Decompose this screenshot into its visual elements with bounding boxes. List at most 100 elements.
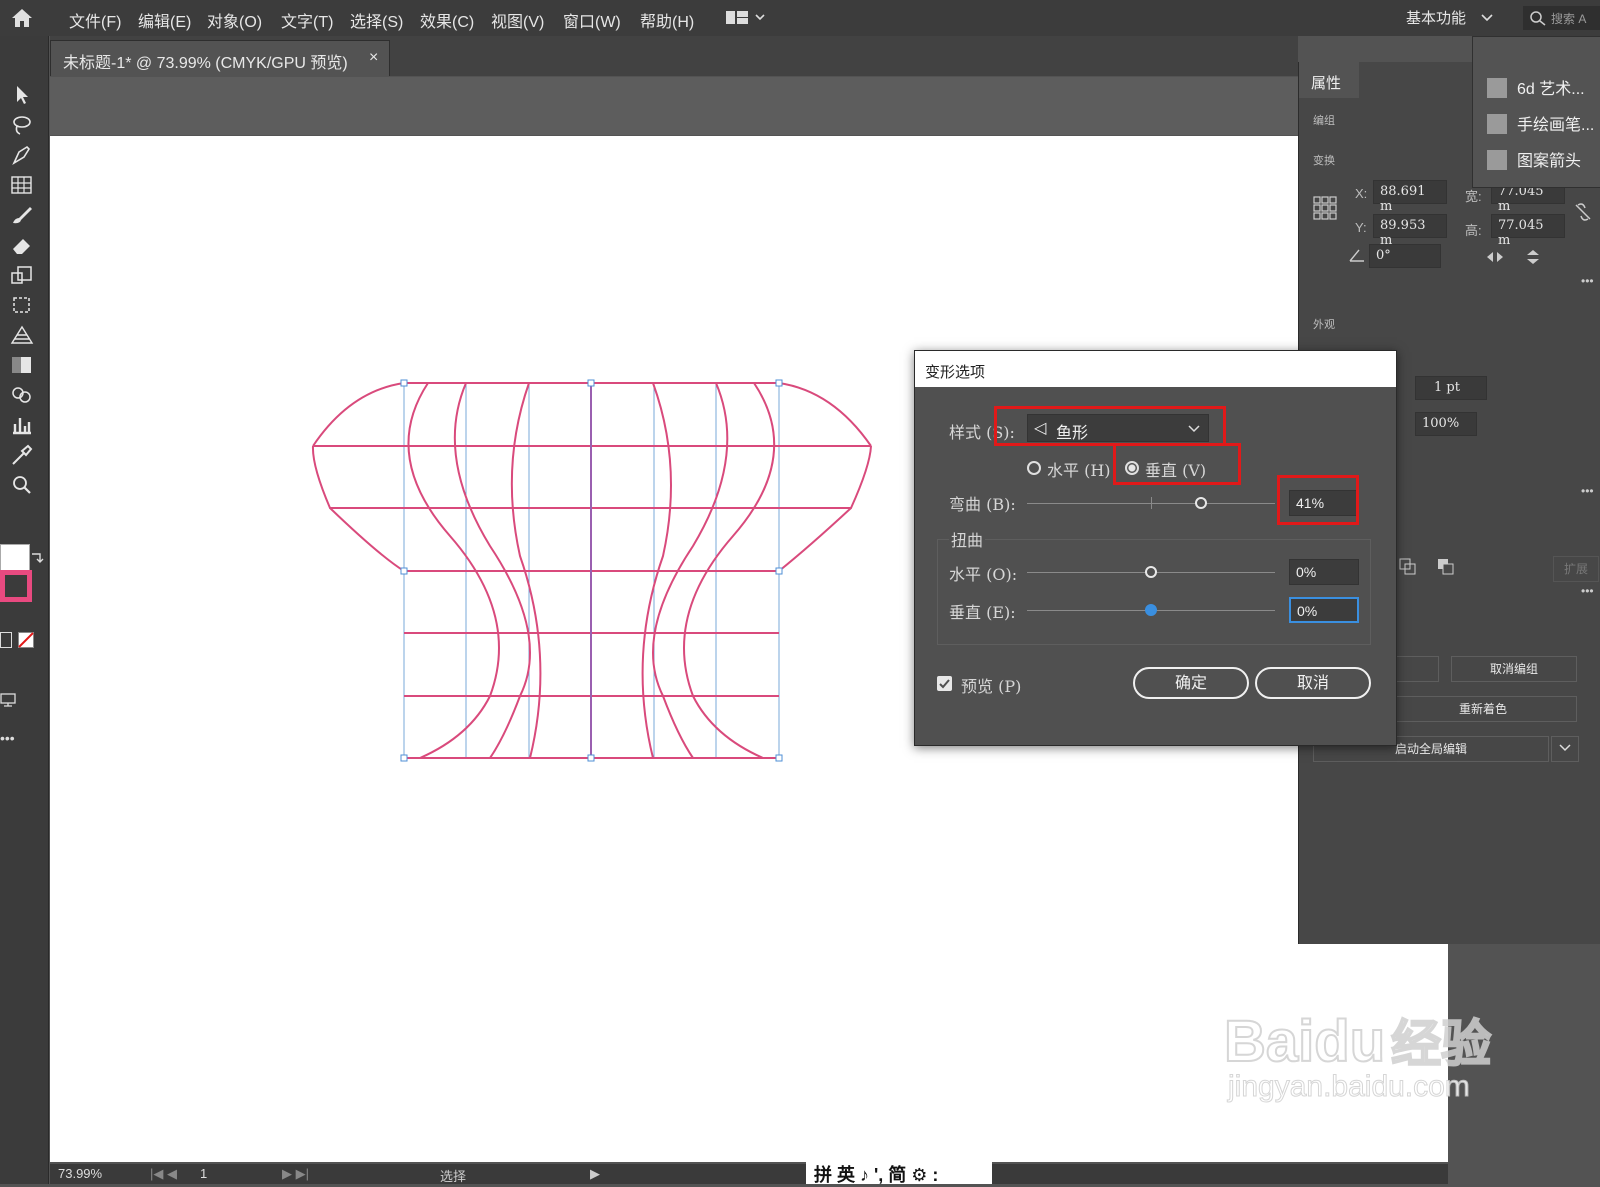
watermark-url: jingyan.baidu.com [1227,1070,1470,1104]
grid-tool-icon[interactable] [9,174,35,196]
column-graph-tool-icon[interactable] [9,414,35,436]
zoom-tool-icon[interactable] [9,474,35,496]
more-tools-icon[interactable]: ••• [0,730,15,746]
search-input[interactable]: 搜索 A [1523,6,1600,30]
angle-field[interactable]: 0° [1369,244,1441,268]
cancel-button[interactable]: 取消 [1255,667,1371,699]
color-mode-icon[interactable] [0,632,12,648]
document-tab[interactable]: 未标题-1* @ 73.99% (CMYK/GPU 预览) × [50,40,390,76]
menu-help[interactable]: 帮助(H) [640,8,694,32]
screen-mode-icon[interactable] [0,692,18,708]
tab-properties-label: 属性 [1311,75,1342,92]
pathfinder-unite-icon[interactable] [1399,558,1417,576]
section-group-label: 编组 [1313,115,1335,127]
more-options-icon[interactable]: ••• [1581,274,1594,288]
ungroup-button[interactable]: 取消编组 [1451,656,1577,682]
watermark-brand: Bai [1223,1008,1315,1075]
warp-options-dialog: 变形选项 样式 (S): ◁ 鱼形 水平 (H) 垂直 (V) 弯曲 (B): … [914,350,1397,746]
shape-builder-tool-icon[interactable] [9,384,35,406]
menu-object[interactable]: 对象(O) [207,8,262,32]
scale-tool-icon[interactable] [9,264,35,286]
artboard-nav-next-icon[interactable]: ▶ ▶| [282,1166,309,1182]
home-icon[interactable] [11,8,33,28]
chevron-down-icon[interactable] [1480,12,1494,24]
bend-slider-knob[interactable] [1195,497,1207,509]
status-menu-icon[interactable]: ▶ [590,1166,600,1182]
preview-label: 预览 (P) [961,677,1022,696]
artboard-nav-first-icon[interactable]: |◀ ◀ [150,1166,177,1182]
eraser-tool-icon[interactable] [9,234,35,256]
library-item-label: 6d 艺术... [1517,81,1585,98]
menu-edit[interactable]: 编辑(E) [138,8,191,32]
search-placeholder: 搜索 A [1551,12,1587,26]
gradient-tool-icon[interactable] [9,354,35,376]
menu-file[interactable]: 文件(F) [69,8,121,32]
recolor-button[interactable]: 重新着色 [1389,696,1577,722]
menu-bar: 文件(F) 编辑(E) 对象(O) 文字(T) 选择(S) 效果(C) 视图(V… [0,0,1600,36]
ime-toolbar-text: 拼 英 ♪ ', 简 ⚙ : [814,1165,939,1185]
workspace-switcher[interactable]: 基本功能 [1406,7,1466,28]
menu-type[interactable]: 文字(T) [281,8,333,32]
global-edit-dropdown[interactable] [1551,736,1579,762]
close-icon[interactable]: × [369,49,378,67]
swap-colors-icon[interactable] [30,550,44,564]
distortion-horizontal-input[interactable]: 0% [1289,559,1359,585]
distortion-horizontal-knob[interactable] [1145,566,1157,578]
preview-checkbox[interactable] [937,676,952,691]
arrange-documents-icon[interactable] [726,10,766,26]
menu-effect[interactable]: 效果(C) [420,8,474,32]
opacity-field[interactable]: 100% [1415,412,1477,436]
selection-tool-icon[interactable] [9,84,35,106]
tools-panel: ••• [0,36,49,1184]
document-tab-title: 未标题-1* @ 73.99% (CMYK/GPU 预览) [63,55,348,72]
ime-toolbar[interactable]: 拼 英 ♪ ', 简 ⚙ : [806,1160,992,1185]
stroke-swatch[interactable] [0,570,32,602]
library-item-label: 图案箭头 [1517,153,1582,170]
horizontal-radio[interactable] [1027,461,1041,475]
section-appearance-label: 外观 [1313,319,1335,331]
distortion-vertical-label: 垂直 (E): [949,603,1016,622]
library-item[interactable]: 图案箭头 [1487,147,1581,175]
watermark-cn: 经验 [1390,1015,1492,1073]
stroke-weight-field[interactable]: 1 pt [1415,376,1487,400]
distortion-horizontal-label: 水平 (O): [949,565,1018,584]
dialog-title-bar[interactable]: 变形选项 [915,351,1396,387]
section-transform-label: 变换 [1313,155,1335,167]
y-field[interactable]: 89.953 m [1373,214,1447,248]
horizontal-option-label: 水平 (H) [1047,461,1111,480]
library-item[interactable]: 6d 艺术... [1487,75,1585,103]
menu-view[interactable]: 视图(V) [491,8,544,32]
distortion-vertical-knob[interactable] [1145,604,1157,616]
more-options-icon-3[interactable]: ••• [1581,584,1594,598]
none-swatch-icon[interactable] [18,632,34,648]
artboard-number[interactable]: 1 [200,1166,207,1181]
menu-window[interactable]: 窗口(W) [563,8,621,32]
distortion-label: 扭曲 [949,527,986,551]
libraries-flyout: 6d 艺术... 手绘画笔... 图案箭头 [1472,36,1600,188]
library-item[interactable]: 手绘画笔... [1487,111,1594,139]
bend-slider-center-tick [1151,497,1152,509]
library-icon [1487,78,1507,98]
expand-button[interactable]: 扩展 [1553,556,1599,582]
height-field[interactable]: 77.045 m [1491,214,1565,248]
zoom-level[interactable]: 73.99% [58,1166,102,1181]
free-transform-tool-icon[interactable] [9,294,35,316]
paintbrush-tool-icon[interactable] [9,204,35,226]
reference-point-icon[interactable] [1313,196,1337,220]
menu-select[interactable]: 选择(S) [350,8,403,32]
x-field[interactable]: 88.691 m [1373,180,1447,214]
tab-properties[interactable]: 属性 [1299,62,1359,98]
search-icon [1530,11,1546,26]
ok-button[interactable]: 确定 [1133,667,1249,699]
watermark-brand2: du [1313,1008,1386,1075]
distortion-vertical-input[interactable]: 0% [1289,597,1359,623]
flip-horizontal-icon[interactable] [1485,250,1505,264]
perspective-grid-tool-icon[interactable] [9,324,35,346]
more-options-icon-2[interactable]: ••• [1581,484,1594,498]
pen-tool-icon[interactable] [9,144,35,166]
pathfinder-minus-icon[interactable] [1437,558,1455,576]
flip-vertical-icon[interactable] [1525,248,1541,266]
constrain-proportions-icon[interactable] [1573,202,1593,222]
lasso-tool-icon[interactable] [9,114,35,136]
eyedropper-tool-icon[interactable] [9,444,35,466]
